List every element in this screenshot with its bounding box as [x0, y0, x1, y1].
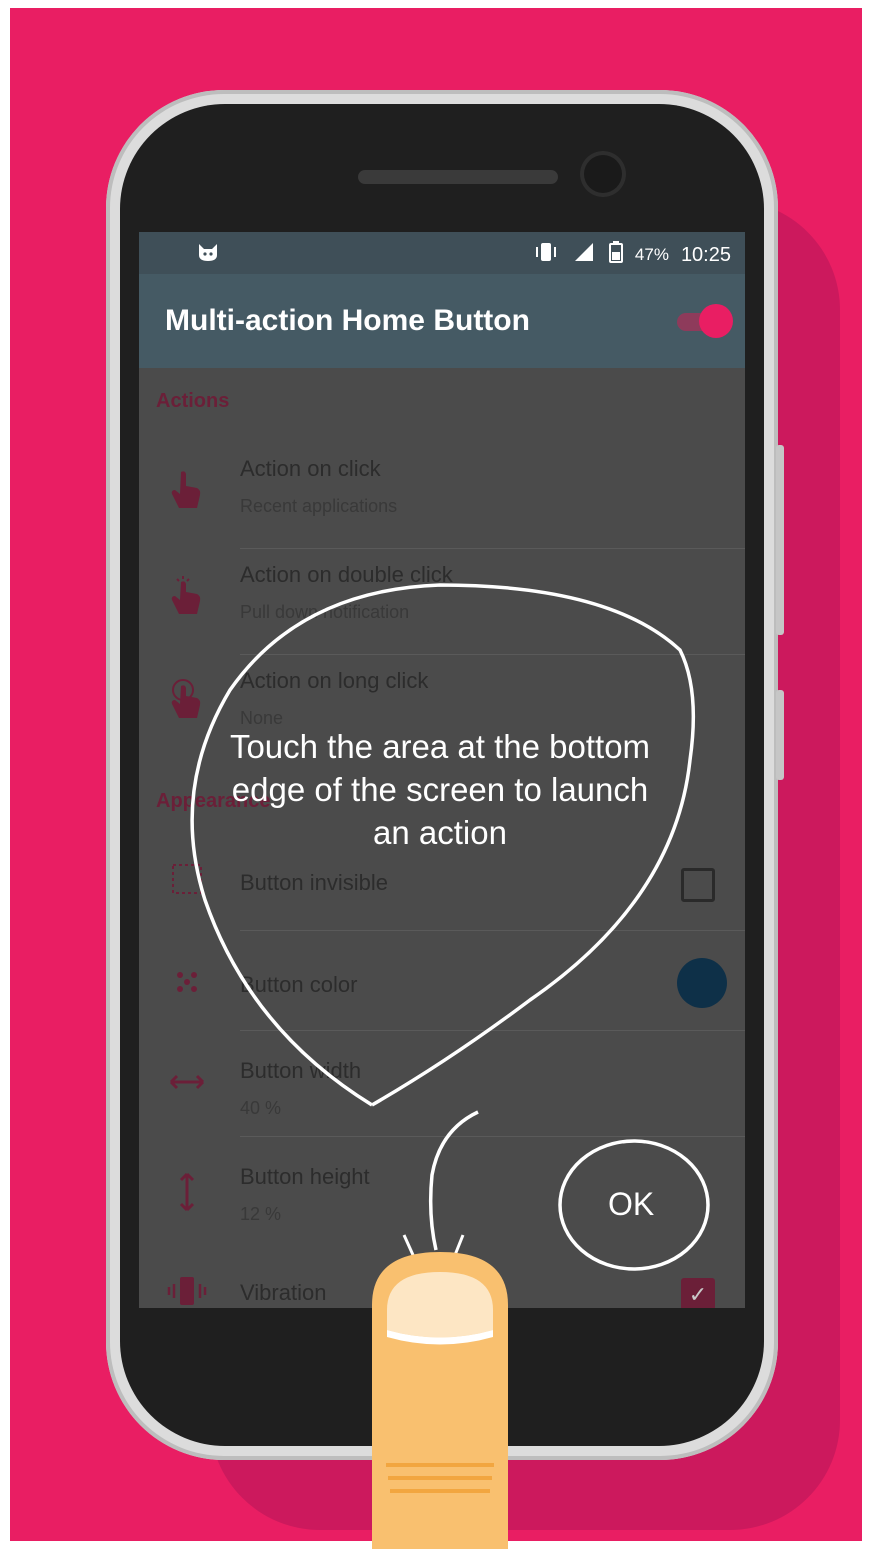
finger-icon: [372, 1252, 508, 1549]
finger-swipe-line: [428, 1110, 479, 1251]
ok-button[interactable]: OK: [608, 1186, 654, 1223]
touch-ray-left: [402, 1234, 415, 1256]
touch-ray-right: [453, 1234, 465, 1256]
tutorial-hint-text: Touch the area at the bottom edge of the…: [229, 728, 651, 851]
